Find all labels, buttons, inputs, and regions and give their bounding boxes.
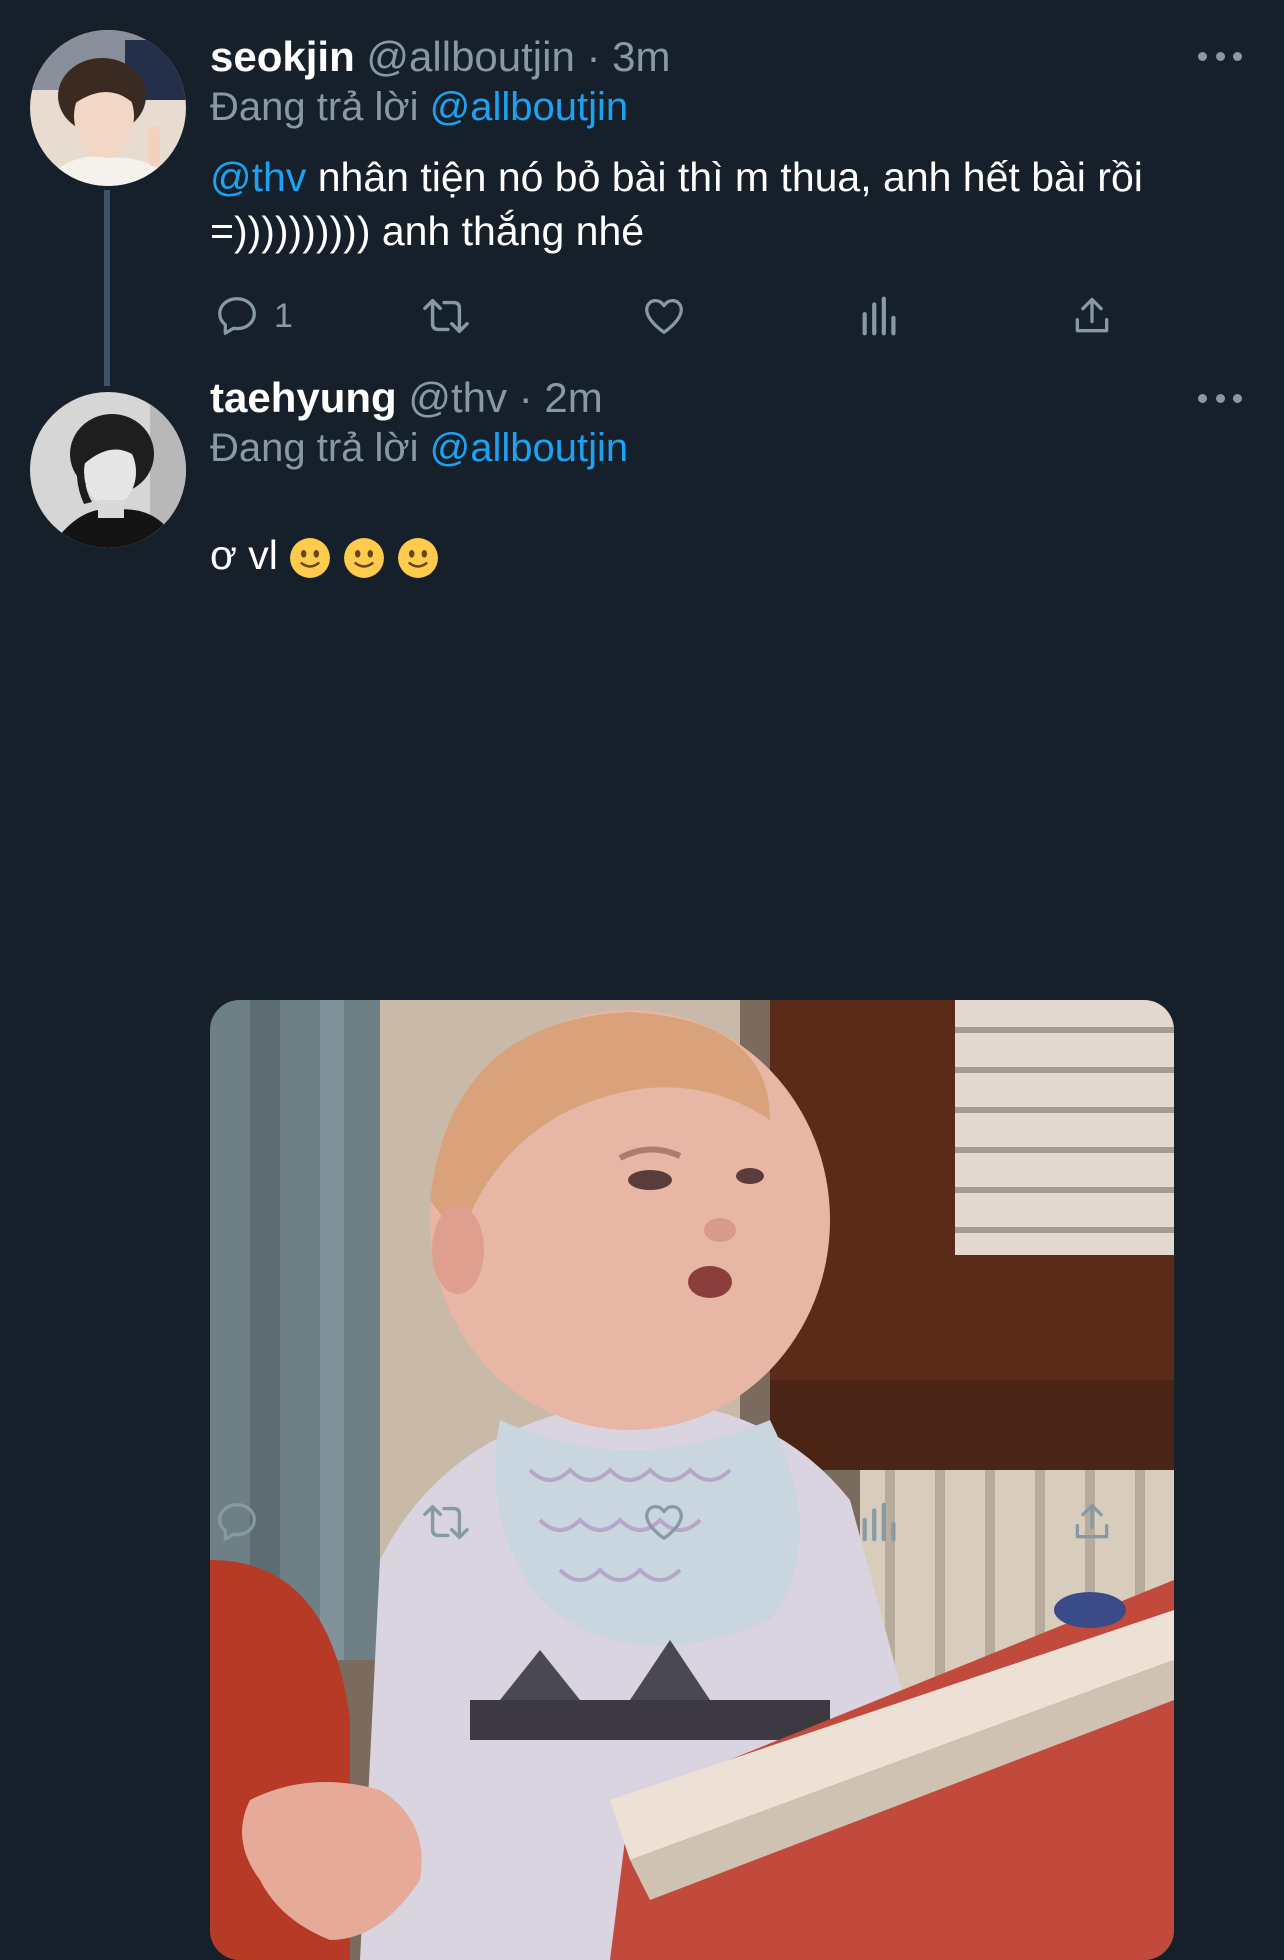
retweet-button[interactable] — [420, 1494, 472, 1550]
reply-bubble-icon — [218, 1503, 256, 1541]
heart-icon — [645, 1505, 683, 1540]
tweet-header: seokjin @allboutjin · 3m — [210, 32, 671, 82]
emoji-group — [289, 537, 439, 579]
analytics-button[interactable] — [858, 288, 902, 344]
heart-icon — [645, 299, 683, 334]
like-button[interactable] — [640, 288, 688, 344]
reply-count: 1 — [274, 296, 293, 335]
tweet-text: @thv nhân tiện nó bỏ bài thì m thua, anh… — [210, 150, 1230, 258]
tweet-mention[interactable]: @thv — [210, 154, 306, 200]
reply-bubble-icon — [218, 297, 256, 335]
tweet-actions: 1 — [210, 288, 1140, 344]
avatar-photo-seokjin — [30, 30, 186, 186]
reply-button[interactable] — [214, 1494, 274, 1550]
thread-connector-line — [104, 190, 110, 386]
tweet-seokjin[interactable]: seokjin @allboutjin · 3m Đang trả lời @a… — [0, 0, 1284, 386]
share-button[interactable] — [1070, 1494, 1114, 1550]
slightly-smiling-face-icon — [398, 538, 439, 579]
tweet-body: ơ vl — [210, 532, 278, 578]
replying-prefix: Đang trả lời — [210, 85, 419, 129]
display-name[interactable]: seokjin — [210, 33, 355, 80]
timestamp[interactable]: · 2m — [519, 374, 603, 421]
baby-meme-photo — [210, 1000, 1174, 1960]
avatar-taehyung[interactable] — [30, 392, 186, 548]
tweet-media-image[interactable] — [210, 1000, 1174, 1960]
handle[interactable]: @thv — [408, 374, 507, 421]
replying-to: Đang trả lời @allboutjin — [210, 82, 628, 132]
analytics-button[interactable] — [858, 1494, 902, 1550]
retweet-button[interactable] — [420, 288, 472, 344]
share-button[interactable] — [1070, 288, 1114, 344]
handle[interactable]: @allboutjin — [366, 33, 574, 80]
replying-to-mention[interactable]: @allboutjin — [430, 85, 629, 129]
more-options-icon[interactable] — [1198, 388, 1242, 408]
share-icon — [1075, 1503, 1109, 1539]
tweet-header: taehyung @thv · 2m — [210, 373, 603, 423]
retweet-icon — [423, 1504, 469, 1540]
more-options-icon[interactable] — [1198, 46, 1242, 66]
analytics-icon — [862, 1502, 896, 1542]
timestamp[interactable]: · 3m — [587, 33, 671, 80]
analytics-icon — [862, 296, 896, 336]
replying-prefix: Đang trả lời — [210, 426, 419, 470]
display-name[interactable]: taehyung — [210, 374, 397, 421]
retweet-icon — [423, 298, 469, 334]
avatar-photo-taehyung — [30, 392, 186, 548]
tweet-actions — [210, 1494, 1140, 1550]
share-icon — [1075, 297, 1109, 333]
tweet-text: ơ vl — [210, 528, 1230, 582]
tweet-taehyung[interactable]: taehyung @thv · 2m Đang trả lời @allbout… — [0, 374, 1284, 1960]
reply-button[interactable]: 1 — [214, 288, 293, 344]
tweet-body: nhân tiện nó bỏ bài thì m thua, anh hết … — [210, 154, 1143, 254]
slightly-smiling-face-icon — [290, 538, 331, 579]
like-button[interactable] — [640, 1494, 688, 1550]
avatar-seokjin[interactable] — [30, 30, 186, 186]
slightly-smiling-face-icon — [344, 538, 385, 579]
replying-to-mention[interactable]: @allboutjin — [430, 426, 629, 470]
replying-to: Đang trả lời @allboutjin — [210, 423, 628, 473]
